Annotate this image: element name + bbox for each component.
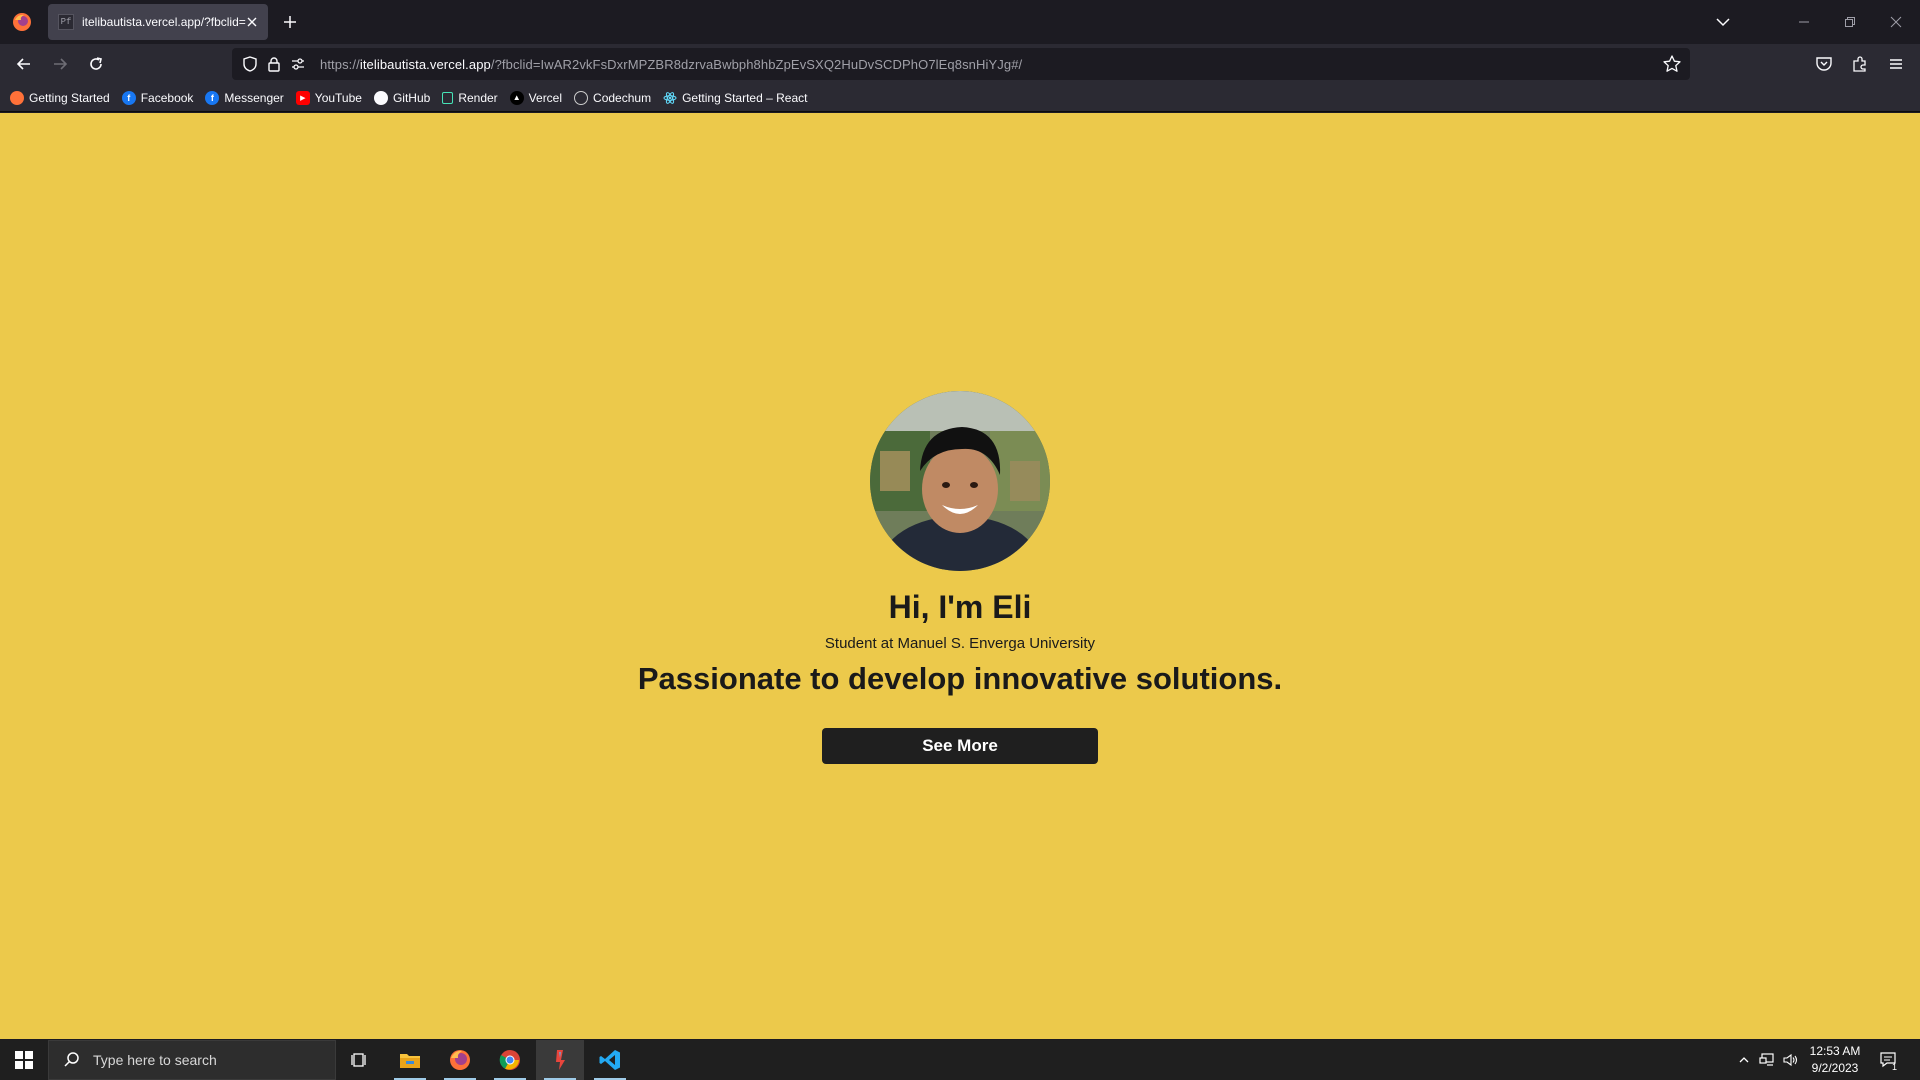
url-text[interactable]: https://itelibautista.vercel.app/?fbclid… <box>320 57 1022 72</box>
notifications-icon[interactable]: 1 <box>1874 1040 1904 1080</box>
bookmark-label: Facebook <box>140 90 194 105</box>
bookmark-messenger[interactable]: f Messenger <box>205 90 284 105</box>
task-view-icon[interactable] <box>336 1040 384 1080</box>
bookmark-label: Render <box>458 90 498 105</box>
render-icon <box>442 91 454 104</box>
tracking-protection-shield-icon[interactable] <box>240 54 260 74</box>
file-explorer-icon[interactable] <box>386 1040 434 1080</box>
bookmark-label: Vercel <box>528 90 563 105</box>
bookmark-label: YouTube <box>314 90 362 105</box>
vercel-icon: ▲ <box>509 90 524 105</box>
new-tab-icon[interactable] <box>280 12 300 32</box>
forward-arrow-icon[interactable] <box>48 52 72 76</box>
page-content: Hi, I'm Eli Student at Manuel S. Enverga… <box>0 113 1920 1039</box>
windows-start-icon[interactable] <box>0 1040 48 1080</box>
chevron-up-icon[interactable] <box>1734 1040 1754 1080</box>
network-icon[interactable] <box>1756 1040 1778 1080</box>
close-tab-icon[interactable] <box>244 14 260 30</box>
facebook-icon: f <box>205 90 220 105</box>
firefox-icon <box>10 90 24 105</box>
clock-time: 12:53 AM <box>1809 1044 1861 1058</box>
volume-icon[interactable] <box>1780 1040 1802 1080</box>
bookmark-vercel[interactable]: ▲ Vercel <box>509 90 563 105</box>
taskbar-clock[interactable]: 12:53 AM 9/2/2023 <box>1800 1043 1870 1077</box>
minimize-icon[interactable] <box>1781 8 1827 36</box>
windows-taskbar: Type here to search 12:53 AM 9/2/2023 1 <box>0 1040 1920 1080</box>
app-icon[interactable] <box>536 1040 584 1080</box>
bookmark-codechum[interactable]: Codechum <box>574 90 652 105</box>
hero-subtitle: Student at Manuel S. Enverga University <box>824 635 1096 652</box>
hero-tagline: Passionate to develop innovative solutio… <box>637 661 1283 696</box>
notification-count: 1 <box>1892 1062 1898 1072</box>
see-more-button[interactable]: See More <box>822 728 1098 764</box>
chevron-down-icon[interactable] <box>1713 12 1733 32</box>
youtube-icon: ▶ <box>295 90 310 105</box>
bookmark-facebook[interactable]: f Facebook <box>121 90 194 105</box>
codechum-icon <box>574 90 589 105</box>
bookmark-label: Getting Started <box>29 90 110 105</box>
search-icon <box>64 1052 79 1067</box>
url-bar[interactable]: https://itelibautista.vercel.app/?fbclid… <box>232 48 1690 80</box>
search-placeholder: Type here to search <box>93 1052 217 1068</box>
url-scheme: https:// <box>320 56 360 72</box>
hamburger-menu-icon[interactable] <box>1884 52 1908 76</box>
bookmark-label: Getting Started – React <box>682 90 808 105</box>
bookmark-star-icon[interactable] <box>1662 54 1682 74</box>
tab-active[interactable]: Pf itelibautista.vercel.app/?fbclid= <box>48 4 268 40</box>
lock-icon[interactable] <box>264 54 284 74</box>
chrome-icon[interactable] <box>486 1040 534 1080</box>
github-icon <box>373 90 388 105</box>
url-host: itelibautista.vercel.app <box>359 56 491 72</box>
pocket-icon[interactable] <box>1812 52 1836 76</box>
bookmark-youtube[interactable]: ▶ YouTube <box>295 90 362 105</box>
close-window-icon[interactable] <box>1873 8 1919 36</box>
tab-strip: Pf itelibautista.vercel.app/?fbclid= <box>0 0 1920 44</box>
bookmark-getting-started[interactable]: Getting Started <box>10 90 110 105</box>
bookmark-getting-started-react[interactable]: Getting Started – React <box>663 91 807 105</box>
back-arrow-icon[interactable] <box>12 52 36 76</box>
bookmark-render[interactable]: Render <box>442 90 498 105</box>
bookmark-label: Codechum <box>593 90 652 105</box>
vscode-icon[interactable] <box>586 1040 634 1080</box>
url-path: /?fbclid=IwAR2vkFsDxrMPZBR8dzrvaBwbph8hb… <box>490 56 1023 72</box>
firefox-icon[interactable] <box>12 12 32 32</box>
bookmark-github[interactable]: GitHub <box>373 90 431 105</box>
permissions-icon[interactable] <box>288 54 308 74</box>
taskbar-search-input[interactable]: Type here to search <box>48 1040 336 1080</box>
tab-title: itelibautista.vercel.app/?fbclid= <box>82 15 246 29</box>
bookmark-label: Messenger <box>224 90 284 105</box>
facebook-icon: f <box>121 90 136 105</box>
restore-icon[interactable] <box>1827 8 1873 36</box>
reload-icon[interactable] <box>84 52 108 76</box>
hero-greeting: Hi, I'm Eli <box>888 589 1032 625</box>
react-icon <box>663 91 677 105</box>
navigation-toolbar: https://itelibautista.vercel.app/?fbclid… <box>0 44 1920 84</box>
profile-avatar <box>870 391 1050 571</box>
bookmark-label: GitHub <box>392 90 431 105</box>
extensions-icon[interactable] <box>1848 52 1872 76</box>
firefox-taskbar-icon[interactable] <box>436 1040 484 1080</box>
bookmarks-toolbar: Getting Started f Facebook f Messenger ▶… <box>0 84 1920 112</box>
tab-favicon: Pf <box>58 14 74 30</box>
clock-date: 9/2/2023 <box>1811 1061 1859 1075</box>
